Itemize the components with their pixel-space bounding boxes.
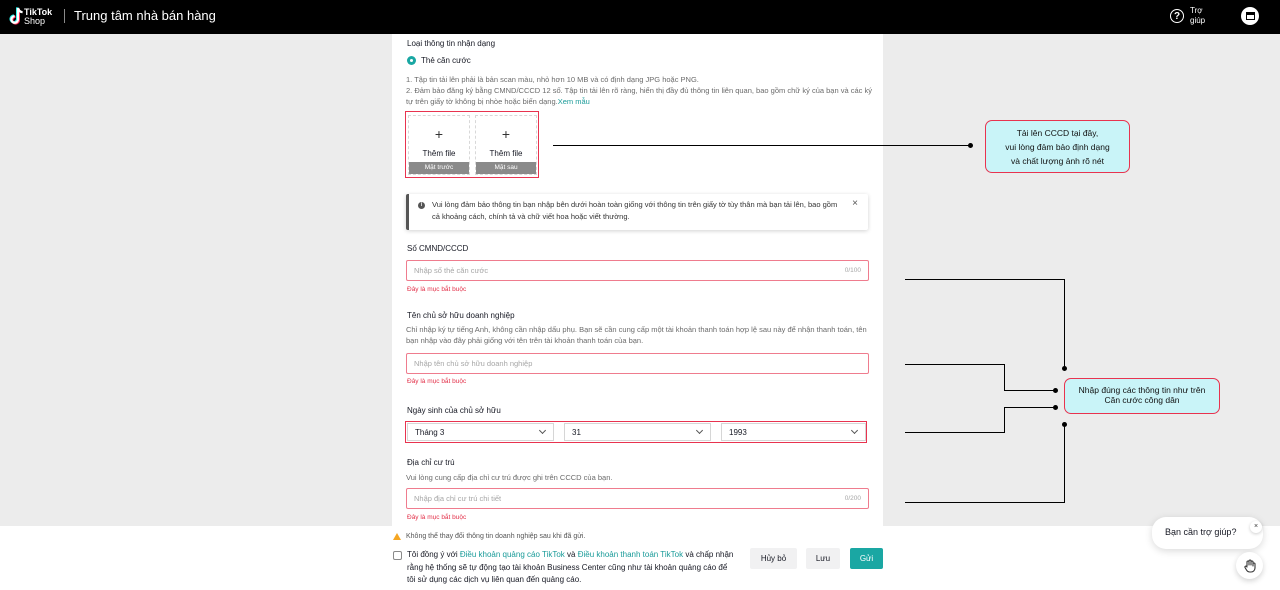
owner-name-error: Đây là mục bắt buộc [407,378,467,385]
id-number-placeholder: Nhập số thẻ căn cước [414,266,489,275]
help-circle-icon: ? [1170,9,1184,23]
notice-text: Vui lòng đảm bảo thông tin bạn nhập bên … [432,200,838,221]
sample-link[interactable]: Xem mẫu [558,97,590,106]
upload-back-caption: Mặt sau [476,162,536,174]
annotation-line [905,364,1005,365]
address-error: Đây là mục bắt buộc [407,514,467,521]
annotation-line [1004,407,1005,433]
help-chat-bubble[interactable]: Bạn cần trợ giúp? [1152,517,1263,549]
annotation-dot [1053,405,1058,410]
birth-month-value: Tháng 3 [415,428,445,437]
footer-warning: Không thể thay đổi thông tin doanh nghiệ… [406,533,586,540]
store-icon[interactable] [1241,7,1259,25]
annotation-line [905,502,1065,503]
hand-icon[interactable] [1236,552,1263,579]
warning-icon [393,533,401,540]
info-notice: i Vui lòng đảm bảo thông tin bạn nhập bê… [406,194,868,230]
annotation-line [905,279,1065,280]
owner-name-input[interactable]: Nhập tên chủ sở hữu doanh nghiệp [406,353,869,374]
annotation-line [1004,390,1056,391]
birthday-label: Ngày sinh của chủ sở hữu [407,406,501,415]
agree-text: Tôi đồng ý với Điều khoản quảng cáo TikT… [407,550,734,584]
upload-instructions: 1. Tập tin tải lên phải là bản scan màu,… [406,74,876,107]
upload-front-caption: Mặt trước [409,162,469,174]
plus-icon: + [434,126,444,142]
cancel-button[interactable]: Hủy bỏ [750,548,797,569]
annotation-dot [968,143,973,148]
owner-name-label: Tên chủ sở hữu doanh nghiệp [407,311,515,320]
chevron-down-icon [850,426,859,435]
footer-bar: Không thể thay đổi thông tin doanh nghiệ… [0,526,1280,590]
hand-glyph [1243,558,1256,573]
chevron-down-icon [538,426,547,435]
address-placeholder: Nhập địa chỉ cư trú chi tiết [414,494,502,503]
upload-front-label: Thêm file [422,149,456,158]
birthday-selects: Tháng 3 31 1993 [405,421,867,443]
id-type-option[interactable]: Thẻ căn cước [421,56,471,65]
owner-name-placeholder: Nhập tên chủ sở hữu doanh nghiệp [414,359,533,368]
address-hint: Vui lòng cung cấp địa chỉ cư trú được gh… [406,473,613,482]
close-icon[interactable]: × [1250,521,1262,533]
terms-payment-link[interactable]: Điều khoản thanh toán TikTok [578,550,683,559]
annotation-dot [1062,366,1067,371]
owner-name-hint: Chỉ nhập ký tự tiếng Anh, không cần nhập… [406,325,867,345]
upload-callout-line2: vui lòng đảm bảo định dạng [1005,142,1110,152]
help-button[interactable]: ? Trợ giúp [1170,6,1212,26]
header-divider [64,9,65,23]
id-number-counter: 0/100 [844,267,861,274]
info-callout: Nhập đúng các thông tin như trên Căn cướ… [1064,378,1220,414]
chevron-down-icon [695,426,704,435]
upload-front[interactable]: + Thêm file Mặt trước [408,115,470,175]
page-title: Trung tâm nhà bán hàng [74,8,216,23]
address-label: Địa chỉ cư trú [407,458,455,467]
birth-day-value: 31 [572,428,581,437]
form-panel: Loại thông tin nhận dạng Thẻ căn cước 1.… [392,34,883,526]
birth-year-select[interactable]: 1993 [721,423,866,441]
upload-instruction-2: 2. Đảm bảo đăng ký bằng CMND/CCCD 12 số.… [406,86,872,106]
annotation-line [1064,425,1065,503]
upload-callout: Tải lên CCCD tại đây, vui lòng đảm bảo đ… [985,120,1130,173]
id-number-input[interactable]: Nhập số thẻ căn cước 0/100 [406,260,869,281]
info-icon: i [418,202,425,209]
annotation-dot [1053,388,1058,393]
annotation-line [905,432,1005,433]
id-type-label: Loại thông tin nhận dạng [407,39,496,48]
birth-day-select[interactable]: 31 [564,423,711,441]
upload-back[interactable]: + Thêm file Mặt sau [475,115,537,175]
id-number-label: Số CMND/CCCD [407,244,469,253]
help-label: Trợ giúp [1190,6,1206,25]
birth-year-value: 1993 [729,428,747,437]
upload-callout-line1: Tải lên CCCD tại đây, [1016,128,1099,138]
address-counter: 0/200 [844,495,861,502]
terms-ads-link[interactable]: Điều khoản quảng cáo TikTok [460,550,565,559]
info-callout-line1: Nhập đúng các thông tin như trên [1078,385,1206,395]
annotation-dot [1062,422,1067,427]
tiktok-shop-logo[interactable]: TikTok Shop [8,6,60,28]
upload-frame: + Thêm file Mặt trước + Thêm file Mặt sa… [405,111,539,178]
brand-subname: Shop [24,16,46,26]
submit-button[interactable]: Gửi [850,548,883,569]
info-callout-line2: Căn cước công dân [1104,395,1180,405]
plus-icon: + [501,126,511,142]
top-header: TikTok Shop Trung tâm nhà bán hàng ? Trợ… [0,0,1280,34]
upload-back-label: Thêm file [489,149,523,158]
annotation-line [1064,279,1065,369]
id-number-error: Đây là mục bắt buộc [407,286,467,293]
close-icon[interactable]: × [852,198,858,209]
id-type-radio[interactable] [407,56,416,65]
upload-callout-line3: và chất lượng ảnh rõ nét [1010,156,1104,166]
save-button[interactable]: Lưu [806,548,840,569]
agree-checkbox[interactable] [393,551,402,560]
birth-month-select[interactable]: Tháng 3 [407,423,554,441]
annotation-line [553,145,970,146]
address-input[interactable]: Nhập địa chỉ cư trú chi tiết 0/200 [406,488,869,509]
help-question: Bạn cần trợ giúp? [1165,527,1237,537]
annotation-line [1004,364,1005,390]
annotation-line [1004,407,1056,408]
upload-instruction-1: 1. Tập tin tải lên phải là bản scan màu,… [406,75,699,84]
